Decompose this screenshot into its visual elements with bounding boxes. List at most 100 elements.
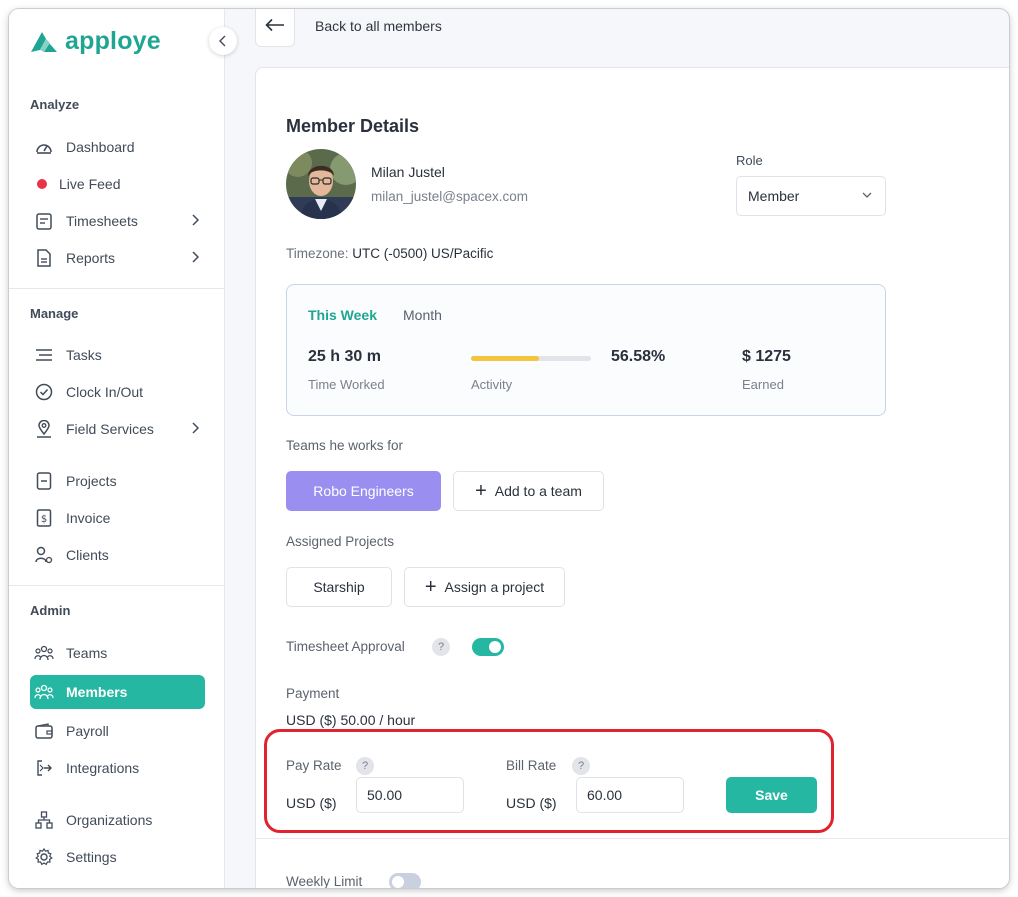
sidebar-item-label: Settings xyxy=(66,849,117,865)
team-chip-robo-engineers[interactable]: Robo Engineers xyxy=(286,471,441,511)
sidebar-item-clock-in-out[interactable]: Clock In/Out xyxy=(30,375,205,409)
activity-progress-fill xyxy=(471,356,539,361)
page-title: Member Details xyxy=(286,116,420,136)
weekly-limit-toggle[interactable] xyxy=(389,873,421,888)
sidebar-item-label: Tasks xyxy=(66,347,102,363)
help-icon[interactable]: ? xyxy=(432,638,450,656)
sidebar-item-invoice[interactable]: $ Invoice xyxy=(30,501,205,535)
sidebar-item-projects[interactable]: Projects xyxy=(30,464,205,498)
settings-icon xyxy=(34,847,54,867)
sidebar-item-reports[interactable]: Reports xyxy=(30,241,205,275)
back-to-members-link[interactable]: Back to all members xyxy=(315,18,442,34)
timesheet-approval-label: Timesheet Approval xyxy=(286,639,405,654)
plus-icon: + xyxy=(424,576,437,598)
activity-percent: 56.58% xyxy=(611,348,666,365)
app-name: apploye xyxy=(65,27,161,55)
timezone: Timezone: UTC (-0500) US/Pacific xyxy=(286,246,493,261)
projects-label: Assigned Projects xyxy=(286,534,395,549)
sidebar-item-label: Clients xyxy=(66,547,109,563)
member-name: Milan Justel xyxy=(371,164,445,180)
apploye-logo-icon xyxy=(31,31,57,52)
wallet-icon xyxy=(34,721,54,741)
assign-project-button[interactable]: + Assign a project xyxy=(404,567,565,607)
sidebar: apploye Analyze Dashboard Live Feed Time… xyxy=(9,9,225,888)
tasks-icon xyxy=(34,345,54,365)
card-divider xyxy=(256,838,1009,839)
timezone-label: Timezone: xyxy=(286,246,349,261)
sidebar-item-members[interactable]: Members xyxy=(30,675,205,709)
location-icon xyxy=(34,419,54,439)
tab-this-week[interactable]: This Week xyxy=(308,307,377,323)
organizations-icon xyxy=(34,810,54,830)
sidebar-item-label: Members xyxy=(66,684,128,700)
add-to-team-button[interactable]: + Add to a team xyxy=(453,471,604,511)
dashboard-icon xyxy=(34,137,54,157)
report-icon xyxy=(34,248,54,268)
role-select-value: Member xyxy=(748,188,800,204)
sidebar-item-label: Clock In/Out xyxy=(66,384,144,400)
time-worked-label: Time Worked xyxy=(308,377,385,392)
activity-progress-bar xyxy=(471,356,591,361)
sidebar-item-organizations[interactable]: Organizations xyxy=(30,803,205,837)
weekly-limit-label: Weekly Limit xyxy=(286,874,363,888)
toggle-knob xyxy=(392,876,404,888)
sidebar-item-label: Integrations xyxy=(66,760,140,776)
tab-month[interactable]: Month xyxy=(403,307,442,323)
activity-label: Activity xyxy=(471,377,513,392)
sidebar-item-field-services[interactable]: Field Services xyxy=(30,412,205,446)
clients-icon xyxy=(34,545,54,565)
chevron-left-icon xyxy=(219,35,226,47)
member-details-card: Member Details Milan Justel milan_justel… xyxy=(255,67,1009,888)
sidebar-item-integrations[interactable]: Integrations xyxy=(30,751,205,785)
timesheet-approval-toggle[interactable] xyxy=(472,638,504,656)
timesheet-icon xyxy=(34,211,54,231)
sidebar-item-timesheets[interactable]: Timesheets xyxy=(30,204,205,238)
teams-icon xyxy=(34,643,54,663)
collapse-sidebar-button[interactable] xyxy=(209,27,237,55)
sidebar-item-settings[interactable]: Settings xyxy=(30,840,205,874)
sidebar-item-label: Payroll xyxy=(66,723,109,739)
avatar xyxy=(286,149,356,219)
sidebar-item-label: Teams xyxy=(66,645,108,661)
sidebar-item-label: Reports xyxy=(66,250,116,266)
sidebar-item-live-feed[interactable]: Live Feed xyxy=(30,167,205,201)
earned-label: Earned xyxy=(742,377,784,392)
app-logo[interactable]: apploye xyxy=(29,27,161,56)
invoice-icon: $ xyxy=(34,508,54,528)
teams-label: Teams he works for xyxy=(286,438,404,453)
chevron-right-icon xyxy=(192,422,199,434)
highlight-annotation xyxy=(264,729,834,833)
role-label: Role xyxy=(736,153,763,168)
arrow-left-icon xyxy=(265,18,284,32)
chevron-right-icon xyxy=(192,251,199,263)
chevron-right-icon xyxy=(192,214,199,226)
sidebar-divider xyxy=(9,288,224,289)
integrations-icon xyxy=(34,758,54,778)
back-button[interactable] xyxy=(255,9,295,47)
sidebar-item-label: Dashboard xyxy=(66,139,135,155)
role-select[interactable]: Member xyxy=(736,176,886,216)
add-to-team-label: Add to a team xyxy=(494,483,582,499)
time-worked-value: 25 h 30 m xyxy=(308,348,381,365)
stats-panel: This Week Month 25 h 30 m Time Worked Ac… xyxy=(286,284,886,416)
project-chip-starship[interactable]: Starship xyxy=(286,567,392,607)
sidebar-item-clients[interactable]: Clients xyxy=(30,538,205,572)
app-window: apploye Analyze Dashboard Live Feed Time… xyxy=(9,9,1009,888)
payment-label: Payment xyxy=(286,686,340,701)
members-icon xyxy=(34,682,54,702)
timezone-value: UTC (-0500) US/Pacific xyxy=(352,246,494,261)
sidebar-item-payroll[interactable]: Payroll xyxy=(30,714,205,748)
sidebar-item-label: Projects xyxy=(66,473,117,489)
chevron-down-icon xyxy=(862,192,872,198)
project-icon xyxy=(34,471,54,491)
sidebar-item-tasks[interactable]: Tasks xyxy=(30,338,205,372)
sidebar-item-teams[interactable]: Teams xyxy=(30,636,205,670)
assign-project-label: Assign a project xyxy=(444,579,545,595)
project-chip-label: Starship xyxy=(313,579,365,595)
sidebar-item-label: Timesheets xyxy=(66,213,138,229)
section-admin: Admin xyxy=(30,603,71,618)
member-email: milan_justel@spacex.com xyxy=(371,189,529,204)
sidebar-item-label: Field Services xyxy=(66,421,154,437)
plus-icon: + xyxy=(475,480,487,502)
sidebar-item-dashboard[interactable]: Dashboard xyxy=(30,130,205,164)
